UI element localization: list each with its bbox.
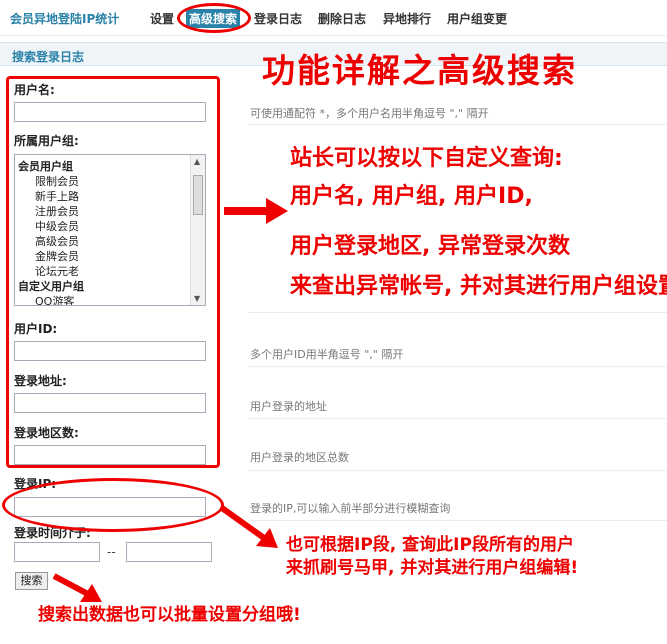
annotation-line: 用户名, 用户组, 用户ID,	[290, 184, 533, 209]
annotation-frame	[6, 76, 220, 468]
annotation-ip-line: 来抓刷号马甲, 并对其进行用户组编辑!	[286, 558, 579, 578]
down-right-arrow-icon	[52, 573, 102, 602]
time-range-separator: --	[107, 545, 116, 559]
brand-title: 会员异地登陆IP统计	[10, 12, 120, 26]
tab-login-log[interactable]: 登录日志	[254, 10, 302, 27]
row-separator	[248, 520, 667, 521]
uid-hint: 多个用户ID用半角逗号 "," 隔开	[250, 348, 404, 361]
row-separator	[248, 418, 667, 419]
time-to-input[interactable]	[126, 542, 212, 562]
tab-delete-log[interactable]: 删除日志	[318, 10, 366, 27]
annotation-ellipse-ip	[2, 478, 224, 532]
annotation-ring-advanced-search	[177, 3, 251, 33]
annotation-line: 用户登录地区, 异常登录次数	[290, 234, 571, 259]
annotation-line: 站长可以按以下自定义查询:	[290, 146, 563, 171]
row-separator	[248, 470, 667, 471]
tab-remote-ranking[interactable]: 异地排行	[383, 10, 431, 27]
annotation-line: 来查出异常帐号, 并对其进行用户组设置	[290, 274, 667, 299]
time-from-input[interactable]	[14, 542, 100, 562]
annotation-ip-line: 也可根据IP段, 查询此IP段所有的用户	[286, 535, 574, 555]
row-separator	[248, 124, 667, 125]
username-hint: 可使用通配符 *，多个用户名用半角逗号 "," 隔开	[250, 107, 489, 120]
annotation-title: 功能详解之高级搜索	[262, 51, 577, 90]
tab-settings[interactable]: 设置	[150, 10, 174, 27]
address-hint: 用户登录的地址	[250, 400, 327, 413]
top-nav: 会员异地登陆IP统计 设置 高级搜索 登录日志 删除日志 异地排行 用户组变更	[0, 0, 667, 36]
tab-group-change[interactable]: 用户组变更	[447, 10, 507, 27]
region-count-hint: 用户登录的地区总数	[250, 451, 349, 464]
search-button[interactable]: 搜索	[15, 572, 48, 590]
section-title: 搜索登录日志	[12, 50, 85, 64]
down-right-arrow-icon	[220, 505, 278, 548]
row-separator	[248, 366, 667, 367]
row-separator	[248, 312, 667, 313]
right-arrow-icon	[224, 198, 288, 224]
